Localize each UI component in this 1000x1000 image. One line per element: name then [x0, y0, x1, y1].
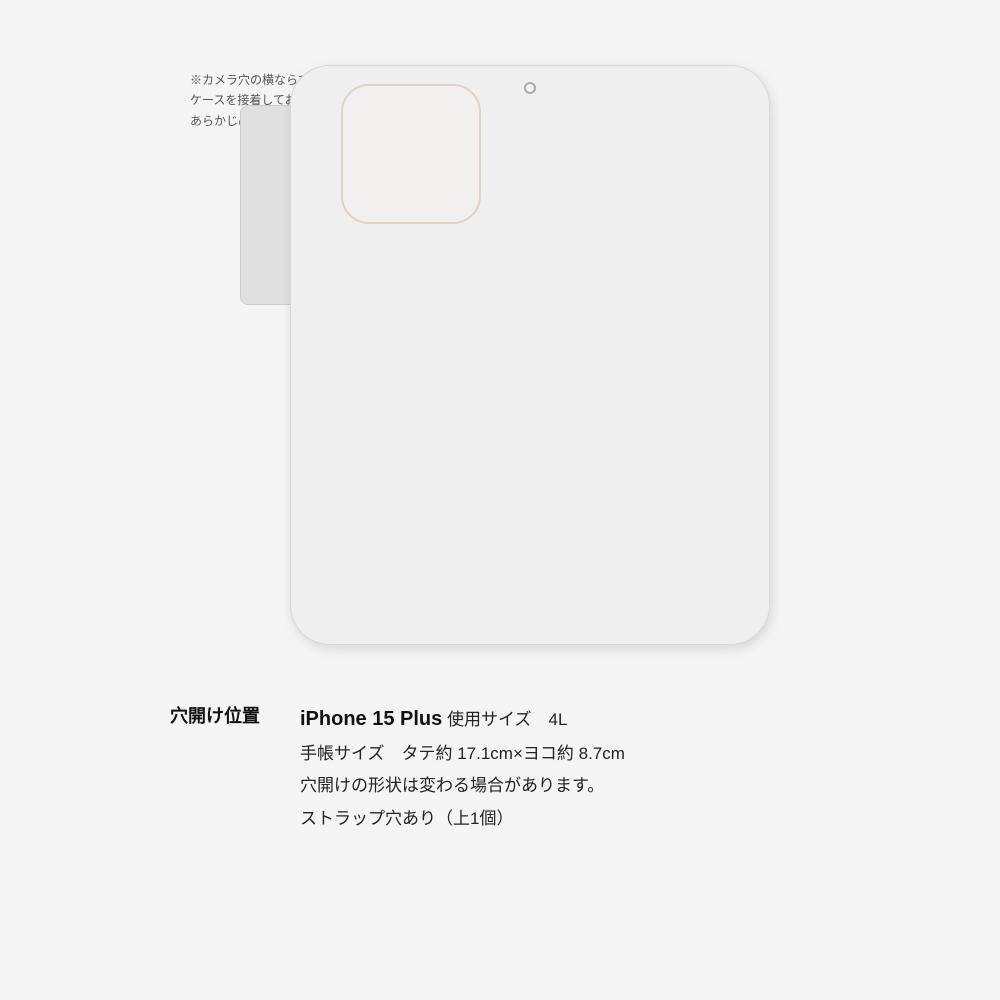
page-container: ※カメラ穴の横ならびに上部は ケースを接着しておりません。 あらかじめご了承くだ…: [0, 0, 1000, 1000]
camera-cutout-inner: [343, 86, 479, 222]
case-spine: [240, 105, 295, 305]
case-body: [290, 65, 770, 645]
device-name: iPhone 15 Plus: [300, 708, 442, 730]
info-section: 穴開け位置 iPhone 15 Plus 使用サイズ 4L 手帳サイズ タテ約 …: [110, 680, 890, 835]
device-notebook-size: 手帳サイズ タテ約 17.1cm×ヨコ約 8.7cm: [300, 744, 625, 763]
info-block: 穴開け位置 iPhone 15 Plus 使用サイズ 4L 手帳サイズ タテ約 …: [170, 700, 830, 835]
camera-cutout: [341, 84, 481, 224]
hole-label: 穴開け位置: [170, 700, 300, 728]
device-size: 使用サイズ 4L: [447, 710, 567, 729]
case-flap: [290, 65, 770, 645]
case-area: ※カメラ穴の横ならびに上部は ケースを接着しておりません。 あらかじめご了承くだ…: [150, 30, 850, 650]
device-shape-note: 穴開けの形状は変わる場合があります。: [300, 776, 604, 795]
device-strap: ストラップ穴あり（上1個）: [300, 809, 513, 828]
device-details: iPhone 15 Plus 使用サイズ 4L 手帳サイズ タテ約 17.1cm…: [300, 700, 625, 835]
strap-hole: [524, 82, 536, 94]
